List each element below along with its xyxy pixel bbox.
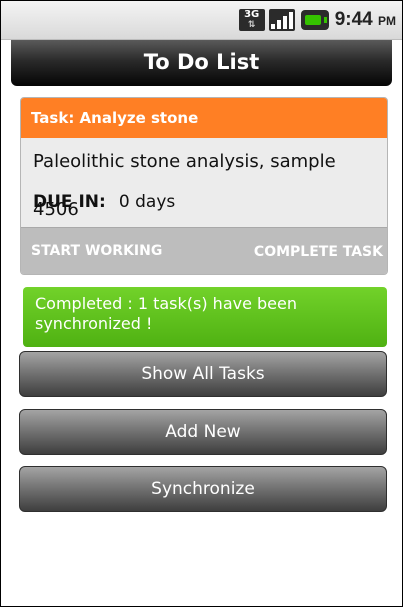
title-bar: To Do List [11,40,392,86]
task-header: Task: Analyze stone [21,98,387,138]
synchronize-button[interactable]: Synchronize [19,466,387,512]
due-value: 0 days [118,192,176,212]
task-description: Paleolithic stone analysis, sample 4506 [33,151,336,220]
show-all-tasks-button[interactable]: Show All Tasks [19,351,387,397]
clock-time: 9:44 [334,9,373,30]
complete-task-button[interactable]: COMPLETE TASK [254,228,383,274]
status-bar: 3G ⇅ 9:44 PM [1,1,402,40]
page-title: To Do List [143,50,260,74]
add-new-button[interactable]: Add New [19,409,387,455]
task-actions: START WORKING COMPLETE TASK [21,227,387,274]
status-clock: 9:44 PM [335,9,396,31]
signal-strength-icon [268,9,295,31]
due-label: DUE IN: [33,192,106,212]
app-screen: 3G ⇅ 9:44 PM To Do List Task: Analyze st… [0,0,403,607]
data-arrows-icon: ⇅ [247,20,256,30]
battery-icon [300,10,329,30]
task-card: Task: Analyze stone Paleolithic stone an… [20,97,388,275]
clock-ampm: PM [378,14,396,28]
sync-success-notification: Completed : 1 task(s) have been synchron… [23,287,387,347]
network-type-label: 3G [244,9,260,20]
task-due: DUE IN: 0 days [21,180,387,224]
network-3g-icon: 3G ⇅ [238,9,265,31]
status-icons: 3G ⇅ 9:44 PM [238,9,396,31]
start-working-button[interactable]: START WORKING [31,228,162,274]
